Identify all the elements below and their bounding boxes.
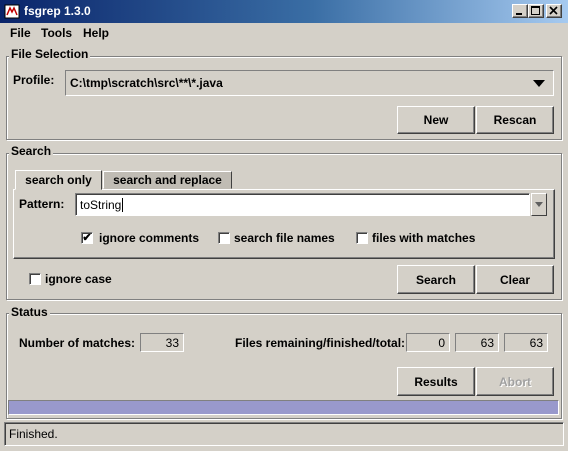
- search-title: Search: [9, 144, 54, 158]
- window-title: fsgrep 1.3.0: [24, 4, 91, 18]
- abort-button: Abort: [476, 367, 554, 396]
- files-total-value: 63: [504, 333, 548, 352]
- ignore-comments-label: ignore comments: [99, 231, 200, 245]
- search-button[interactable]: Search: [397, 265, 475, 294]
- file-selection-title: File Selection: [9, 47, 91, 61]
- files-remaining-value: 0: [406, 333, 450, 352]
- chevron-down-icon: [535, 202, 543, 207]
- clear-button[interactable]: Clear: [476, 265, 554, 294]
- matches-label: Number of matches:: [19, 336, 136, 350]
- title-bar[interactable]: fsgrep 1.3.0: [0, 0, 568, 23]
- matches-value: 33: [140, 333, 184, 352]
- results-button[interactable]: Results: [397, 367, 475, 396]
- search-file-names-label: search file names: [234, 231, 335, 245]
- pattern-history-button[interactable]: [531, 193, 547, 216]
- profile-label: Profile:: [13, 73, 55, 87]
- close-button[interactable]: [546, 4, 562, 18]
- menu-tools[interactable]: Tools: [41, 26, 72, 40]
- menu-help[interactable]: Help: [83, 26, 109, 40]
- pattern-label: Pattern:: [19, 197, 65, 211]
- rescan-button[interactable]: Rescan: [476, 106, 554, 134]
- status-bar: Finished.: [4, 422, 564, 446]
- status-text: Finished.: [9, 427, 58, 441]
- search-file-names-checkbox[interactable]: [218, 232, 230, 244]
- app-icon: [4, 4, 20, 19]
- ignore-case-label: ignore case: [45, 272, 112, 286]
- status-title: Status: [9, 305, 50, 319]
- new-button[interactable]: New: [397, 106, 475, 134]
- text-caret: [122, 197, 124, 212]
- files-progress-label: Files remaining/finished/total:: [235, 336, 406, 350]
- tab-search-and-replace[interactable]: search and replace: [103, 171, 232, 189]
- pattern-value: toString: [80, 197, 122, 212]
- minimize-icon: [516, 13, 522, 15]
- close-icon: [549, 6, 558, 15]
- ignore-case-checkbox[interactable]: [29, 273, 41, 285]
- profile-dropdown[interactable]: C:\tmp\scratch\src\**\*.java: [65, 70, 554, 96]
- progress-bar: [8, 400, 559, 415]
- chevron-down-icon: [533, 80, 545, 87]
- progress-fill: [9, 401, 558, 414]
- ignore-comments-checkbox[interactable]: ✔: [81, 232, 93, 244]
- files-with-matches-label: files with matches: [372, 231, 476, 245]
- profile-value: C:\tmp\scratch\src\**\*.java: [70, 76, 223, 90]
- maximize-button[interactable]: [528, 4, 544, 18]
- menu-file[interactable]: File: [10, 26, 31, 40]
- files-finished-value: 63: [455, 333, 499, 352]
- minimize-button[interactable]: [512, 4, 528, 18]
- maximize-icon: [531, 6, 540, 15]
- tab-search-only[interactable]: search only: [15, 170, 102, 190]
- pattern-input[interactable]: toString: [75, 193, 530, 216]
- files-with-matches-checkbox[interactable]: [356, 232, 368, 244]
